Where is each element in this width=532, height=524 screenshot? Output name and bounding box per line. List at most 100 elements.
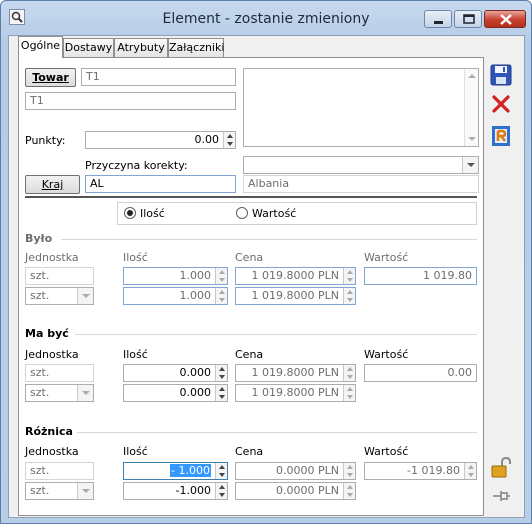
minimize-button[interactable] [424, 10, 452, 28]
col-jednostka: Jednostka [25, 348, 79, 361]
punkty-spinner[interactable] [223, 132, 235, 148]
kraj-code-field[interactable]: AL [85, 175, 236, 193]
bylo-unit-2: szt. [25, 287, 94, 305]
ma-byc-unit-1: szt. [25, 364, 94, 382]
towar-code-field[interactable]: T1 [81, 68, 236, 86]
przyczyna-select[interactable] [243, 156, 479, 174]
tab-label: Załączniki [169, 41, 225, 54]
col-jednostka: Jednostka [25, 445, 79, 458]
bylo-qty-1: 1.000 [123, 267, 228, 285]
roznica-qty-2[interactable]: -1.000 [123, 482, 228, 500]
tab-zalaczniki[interactable]: Załączniki [168, 38, 224, 57]
spinner[interactable] [215, 463, 227, 479]
kraj-button[interactable]: Kraj [25, 175, 80, 194]
punkty-label: Punkty: [25, 134, 66, 147]
tab-panel: Towar T1 T1 Punkty: 0.00 Przyczyna korek… [18, 57, 484, 516]
bylo-unit-2-value: szt. [30, 289, 50, 302]
mode-radio-group: Ilość Wartość [117, 202, 477, 225]
bylo-price-1: 1 019.8000 PLN [235, 267, 356, 285]
punkty-field[interactable]: 0.00 [85, 131, 236, 149]
spinner [343, 365, 355, 381]
section-title-roznica: Różnica [25, 425, 73, 438]
col-ilosc: Ilość [123, 445, 148, 458]
spinner [343, 463, 355, 479]
col-wartosc: Wartość [364, 348, 409, 361]
refresh-icon[interactable] [489, 124, 513, 148]
bylo-value-1: 1 019.80 [364, 267, 477, 285]
separator [77, 432, 477, 433]
ma-byc-unit-2-value: szt. [30, 386, 50, 399]
tab-dostawy[interactable]: Dostawy [63, 38, 114, 57]
roznica-price-1: 0.0000 PLN [235, 462, 356, 480]
roznica-qty-1[interactable]: - 1.000 [123, 462, 228, 480]
tab-label: Atrybuty [117, 41, 165, 54]
punkty-value: 0.00 [194, 133, 220, 146]
towar-button-label: Towar [32, 71, 69, 84]
section-title-bylo: Było [25, 232, 53, 245]
chevron-down-icon [77, 483, 93, 499]
ma-byc-qty-1[interactable]: 0.000 [123, 364, 228, 382]
col-jednostka: Jednostka [25, 251, 79, 264]
col-wartosc: Wartość [364, 251, 409, 264]
roznica-value-1-value: -1 019.80 [407, 464, 460, 477]
chevron-down-icon [77, 288, 93, 304]
tab-label: Dostawy [64, 41, 113, 54]
bylo-qty-2: 1.000 [123, 287, 228, 305]
col-wartosc: Wartość [364, 445, 409, 458]
towar-button[interactable]: Towar [25, 68, 76, 87]
textarea-scrollbar[interactable] [464, 69, 478, 146]
ma-byc-unit-2: szt. [25, 384, 94, 402]
window: Element - zostanie zmieniony Ogólne Dost… [0, 0, 532, 524]
chevron-down-icon[interactable] [462, 157, 478, 173]
save-icon[interactable] [489, 63, 513, 87]
pin-icon[interactable] [489, 484, 513, 508]
ma-byc-qty-2[interactable]: 0.000 [123, 384, 228, 402]
spinner[interactable] [215, 365, 227, 381]
przyczyna-label: Przyczyna korekty: [85, 159, 188, 172]
description-textarea[interactable] [243, 68, 479, 147]
radio-wartosc[interactable] [236, 207, 248, 219]
spinner [464, 463, 476, 479]
spinner[interactable] [215, 483, 227, 499]
spinner [215, 268, 227, 284]
spinner [343, 268, 355, 284]
minimize-icon [434, 21, 443, 24]
delete-icon[interactable] [489, 92, 513, 116]
ma-byc-qty-2-value: 0.000 [179, 386, 212, 399]
separator [25, 196, 477, 198]
separator [61, 239, 477, 240]
lock-icon[interactable] [489, 456, 513, 480]
towar-name-field[interactable]: T1 [25, 92, 236, 110]
client-area: Ogólne Dostawy Atrybuty Załączniki Towar… [8, 35, 525, 518]
tab-atrybuty[interactable]: Atrybuty [114, 38, 168, 57]
kraj-button-label: Kraj [41, 178, 64, 191]
spinner[interactable] [215, 385, 227, 401]
maximize-icon [463, 14, 475, 24]
col-cena: Cena [235, 251, 264, 264]
ma-byc-price-2: 1 019.8000 PLN [235, 384, 356, 402]
title-bar[interactable]: Element - zostanie zmieniony [1, 1, 531, 35]
radio-ilosc-label[interactable]: Ilość [140, 207, 165, 220]
radio-ilosc[interactable] [124, 207, 136, 219]
bylo-unit-1: szt. [25, 267, 94, 285]
spinner [343, 385, 355, 401]
roznica-qty-2-value: -1.000 [175, 484, 211, 497]
radio-wartosc-label[interactable]: Wartość [252, 207, 296, 220]
ma-byc-price-1-value: 1 019.8000 PLN [251, 366, 339, 379]
bylo-qty-2-value: 1.000 [179, 289, 212, 302]
close-icon [500, 14, 512, 25]
spinner [215, 288, 227, 304]
spinner [343, 288, 355, 304]
tab-ogolne[interactable]: Ogólne [18, 36, 63, 58]
maximize-button[interactable] [454, 10, 482, 28]
chevron-down-icon [77, 385, 93, 401]
roznica-price-1-value: 0.0000 PLN [276, 464, 339, 477]
close-button[interactable] [484, 10, 526, 28]
kraj-name-field: Albania [243, 175, 479, 193]
roznica-unit-1: szt. [25, 462, 94, 480]
separator [75, 334, 477, 335]
section-title-ma-byc: Ma być [25, 327, 69, 340]
bylo-price-1-value: 1 019.8000 PLN [251, 269, 339, 282]
tab-label: Ogólne [20, 39, 61, 52]
bylo-qty-1-value: 1.000 [179, 269, 212, 282]
